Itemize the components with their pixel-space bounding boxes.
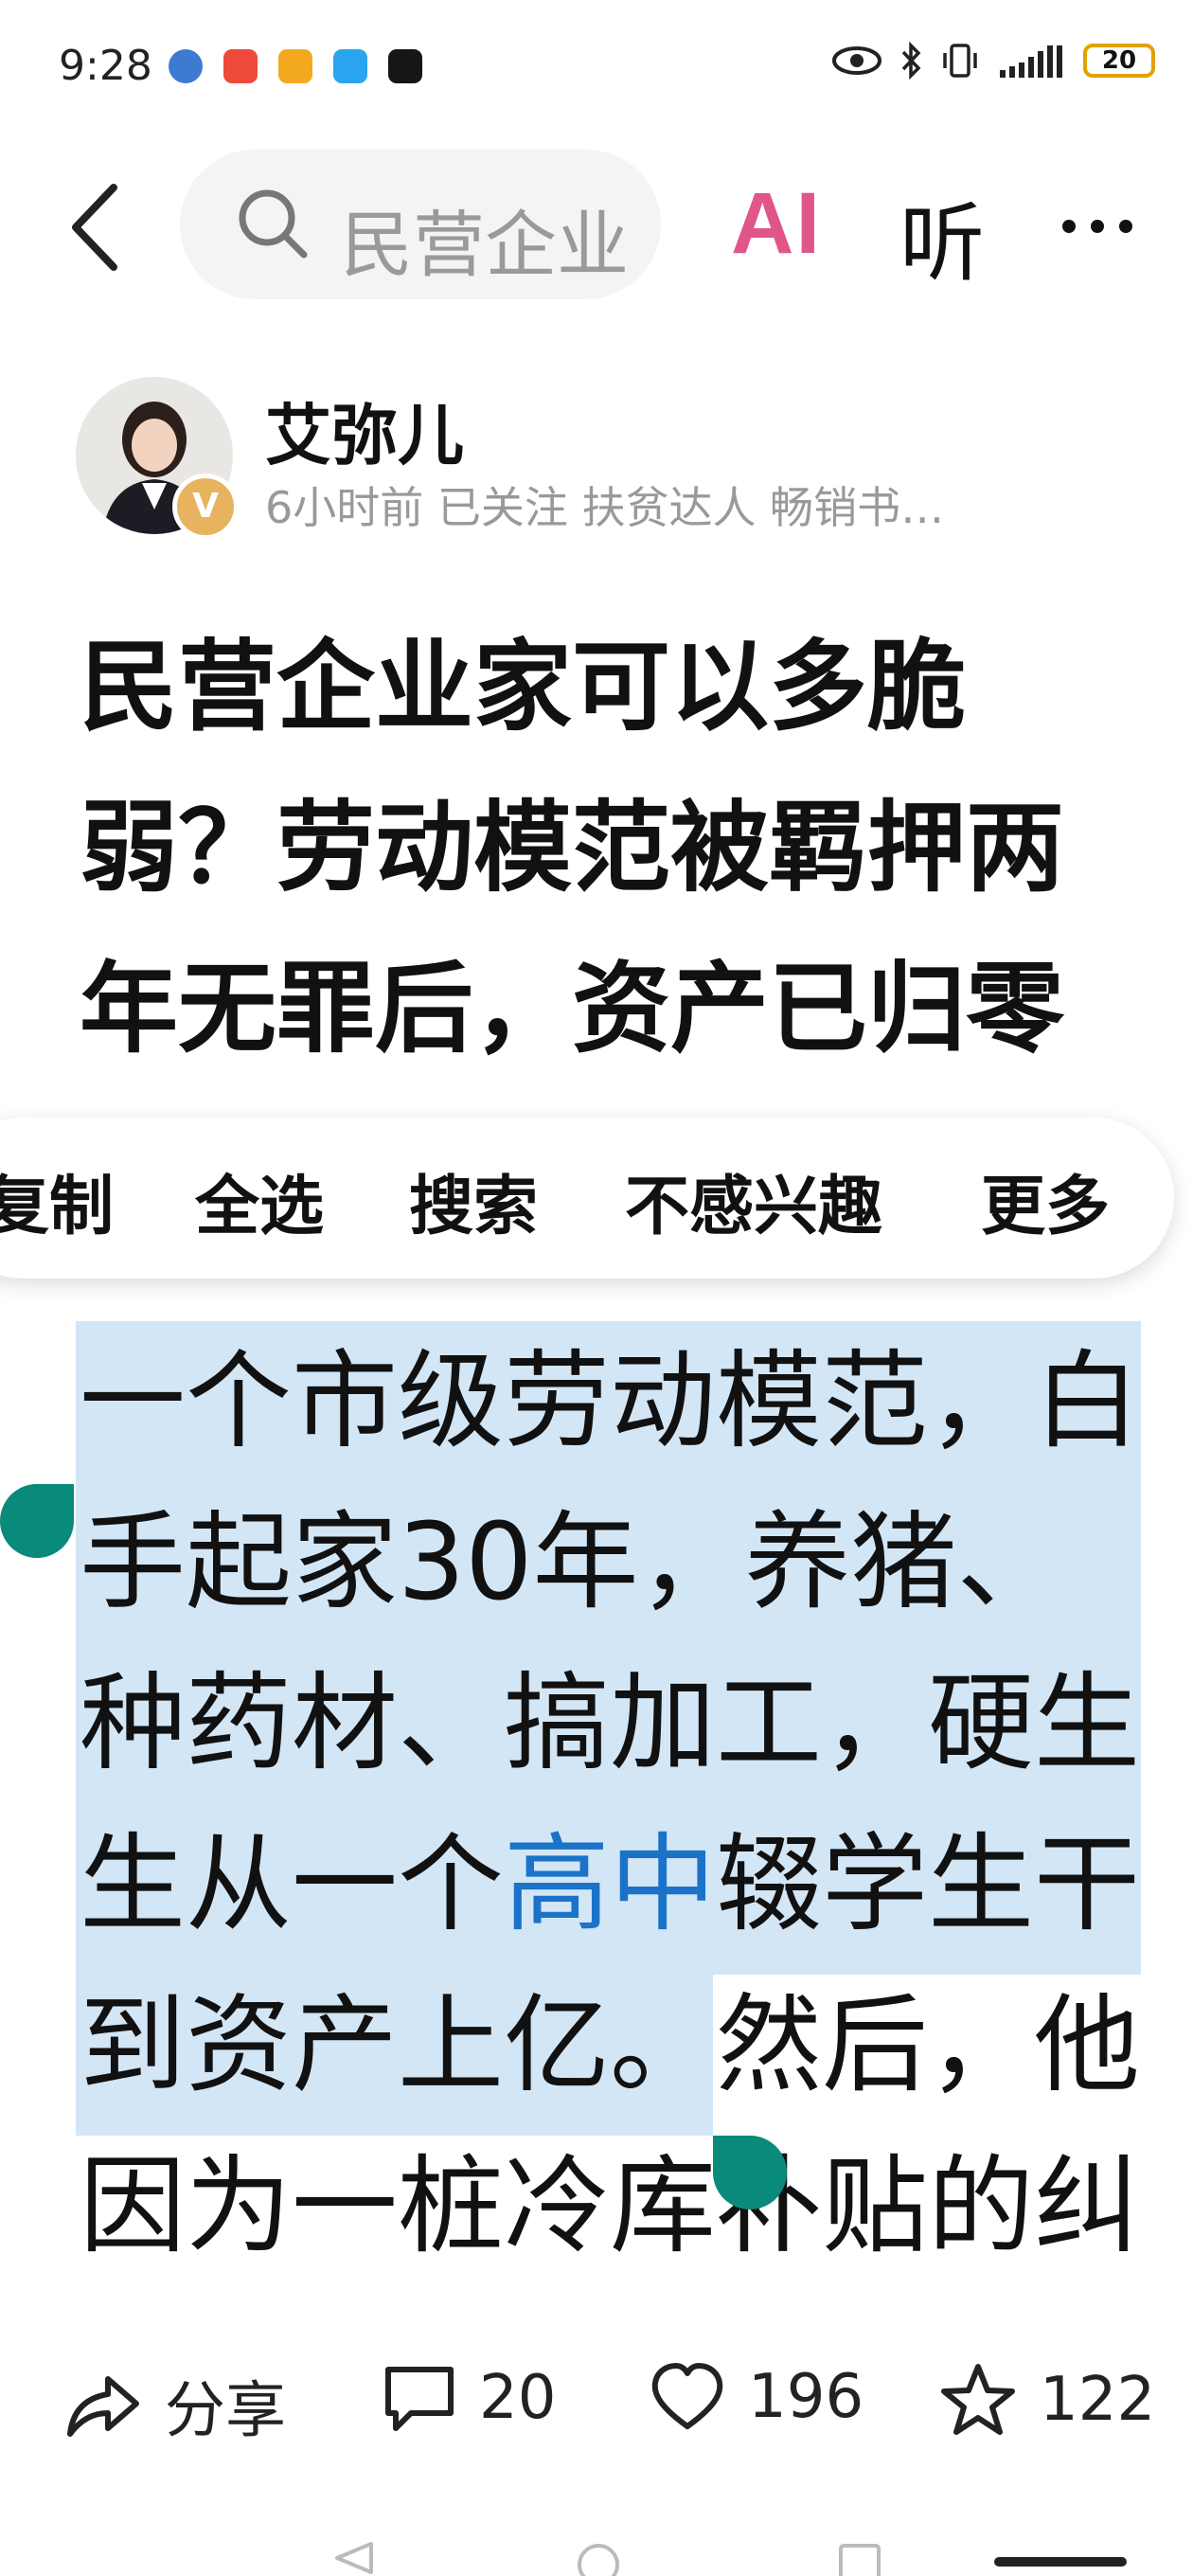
app-icon-red [223,49,258,83]
heart-icon [651,2363,723,2429]
comment-count: 20 [479,2363,557,2433]
menu-more[interactable]: 更多 [981,1154,1110,1247]
keyword-link[interactable]: 高中 [504,1823,716,1946]
nav-home-icon[interactable] [576,2542,621,2576]
author-meta: 6小时前 已关注 扶贫达人 畅销书… [265,482,945,533]
signal-icon [1000,45,1062,78]
nav-recents-icon[interactable] [837,2542,882,2576]
body-text: 生从一个 [80,1823,504,1946]
menu-select-all[interactable]: 全选 [195,1154,324,1247]
ai-button[interactable]: AI [731,174,822,274]
app-icon-avatar [169,49,203,83]
comment-button[interactable]: 20 [383,2362,556,2434]
share-icon [67,2376,139,2437]
body-text: 辍学生干 [716,1823,1140,1946]
favorite-count: 122 [1040,2365,1156,2435]
share-label: 分享 [165,2376,286,2446]
body-line: 一个市级劳动模范，白 [80,1340,1140,1463]
app-icon-tiktok [388,49,422,83]
app-icon-chat [333,49,367,83]
body-line: 种药材、搞加工，硬生 [80,1662,1140,1785]
selection-end-handle[interactable] [713,2136,787,2209]
menu-search[interactable]: 搜索 [409,1154,538,1247]
author-name[interactable]: 艾弥儿 [265,383,464,478]
menu-not-interested[interactable]: 不感兴趣 [625,1154,882,1247]
menu-copy[interactable]: 复制 [0,1154,114,1247]
listen-button[interactable]: 听 [899,174,985,297]
vibrate-icon [943,44,977,78]
body-text: 到资产上亿。 [80,1984,716,2107]
body-line: 因为一桩冷库补贴的纠 [80,2145,1140,2268]
status-time: 9:28 [59,42,152,90]
bluetooth-icon [901,42,921,80]
body-line: 手起家30年，养猪、 [80,1501,1063,1624]
star-icon [941,2364,1015,2435]
selection-start-handle[interactable] [0,1484,74,1558]
nav-back-icon[interactable] [331,2542,377,2574]
search-query[interactable]: 民营企业 [341,187,625,291]
battery-indicator: 20 [1083,44,1155,78]
article-title: 民营企业家可以多脆弱？劳动模范被羁押两年无罪后，资产已归零 [80,629,1065,1066]
search-icon [239,189,308,259]
like-button[interactable]: 196 [650,2362,864,2432]
comment-icon [385,2367,454,2431]
home-indicator [994,2557,1127,2567]
body-line: 生从一个高中辍学生干 [80,1804,1140,1965]
more-icon[interactable] [1062,220,1132,233]
eye-icon [832,46,881,75]
back-icon[interactable] [66,180,123,275]
app-icon-orange [278,49,312,83]
verified-badge: V [172,474,239,540]
status-indicators: 20 [831,42,1155,80]
share-button[interactable]: 分享 [62,2362,286,2449]
body-text: 然后，他 [716,1984,1140,2107]
like-count: 196 [748,2362,864,2432]
favorite-button[interactable]: 122 [939,2362,1155,2438]
body-line: 到资产上亿。然后，他 [80,1965,1140,2126]
